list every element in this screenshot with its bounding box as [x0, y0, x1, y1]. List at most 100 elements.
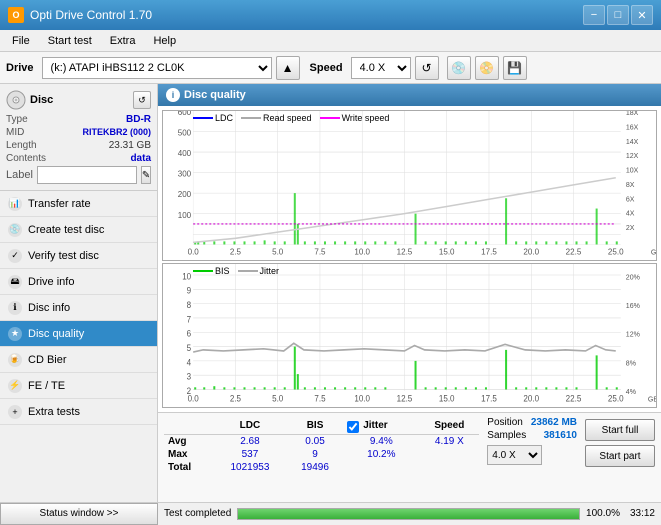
position-label: Position [487, 417, 523, 428]
svg-text:2.5: 2.5 [230, 248, 242, 257]
row-max-bis: 9 [287, 448, 343, 461]
svg-text:16%: 16% [626, 301, 641, 310]
maximize-button[interactable]: □ [607, 5, 629, 25]
svg-text:16X: 16X [626, 123, 639, 131]
legend-jitter: Jitter [238, 266, 280, 276]
svg-text:400: 400 [178, 149, 192, 158]
svg-text:4: 4 [187, 357, 192, 367]
create-disc-icon: 💿 [8, 223, 22, 237]
svg-text:12.5: 12.5 [397, 393, 413, 403]
nav-extra-tests[interactable]: + Extra tests [0, 399, 157, 425]
row-avg-jitter: 9.4% [343, 435, 419, 449]
nav-create-test-disc[interactable]: 💿 Create test disc [0, 217, 157, 243]
extra-tests-icon: + [8, 405, 22, 419]
chart1-legend: LDC Read speed Write speed [193, 113, 389, 123]
svg-text:18X: 18X [626, 111, 639, 117]
svg-text:GB: GB [651, 249, 656, 257]
speed-select2[interactable]: 4.0 X Max 2.0 X [487, 445, 542, 465]
eject-button[interactable]: ▲ [276, 56, 300, 80]
nav-drive-info-label: Drive info [28, 276, 74, 288]
nav-verify-test-disc-label: Verify test disc [28, 250, 99, 262]
read-speed-color [241, 117, 261, 119]
legend-read-speed-label: Read speed [263, 113, 312, 123]
svg-text:5.0: 5.0 [272, 393, 283, 403]
svg-text:15.0: 15.0 [439, 393, 455, 403]
svg-text:12.5: 12.5 [397, 248, 413, 257]
status-window-button[interactable]: Status window >> [0, 503, 158, 525]
toolbar: Drive (k:) ATAPI iHBS112 2 CL0K ▲ Speed … [0, 52, 661, 84]
menu-file[interactable]: File [4, 33, 38, 49]
disc-mid-row: MID RITEKBR2 (000) [6, 127, 151, 138]
bis-color [193, 270, 213, 272]
disc-contents-row: Contents data [6, 153, 151, 164]
col-header-jitter-check: Jitter [343, 417, 419, 435]
svg-text:7.5: 7.5 [314, 393, 325, 403]
label-edit-button[interactable]: ✎ [141, 166, 151, 184]
disc-erase-button[interactable]: 💿 [447, 56, 471, 80]
menu-help[interactable]: Help [145, 33, 184, 49]
drive-select[interactable]: (k:) ATAPI iHBS112 2 CL0K [42, 57, 272, 79]
charts-container: LDC Read speed Write speed [158, 106, 661, 412]
nav-disc-info-label: Disc info [28, 302, 70, 314]
label-input[interactable] [37, 166, 137, 184]
nav-drive-info[interactable]: 🖴 Drive info [0, 269, 157, 295]
drive-label: Drive [6, 62, 34, 74]
status-bar: Status window >> Test completed 100.0% 3… [0, 502, 661, 524]
app-icon: O [8, 7, 24, 23]
bis-chart: BIS Jitter [162, 263, 657, 408]
jitter-col-label: Jitter [363, 420, 387, 431]
svg-text:5.0: 5.0 [272, 248, 284, 257]
position-value: 23862 MB [531, 417, 577, 428]
left-panel: Disc ↺ Type BD-R MID RITEKBR2 (000) Leng… [0, 84, 158, 502]
progress-bar-fill [238, 509, 579, 519]
col-header-empty [164, 417, 213, 435]
bis-chart-svg: 10 9 8 7 6 5 4 3 2 20% 16% 12% 8% 4% 0 [163, 264, 656, 407]
speed-apply-button[interactable]: ↺ [415, 56, 439, 80]
status-progress-area: Test completed 100.0% 33:12 [158, 508, 661, 520]
menu-start-test[interactable]: Start test [40, 33, 100, 49]
nav-disc-info[interactable]: ℹ Disc info [0, 295, 157, 321]
fe-te-icon: ⚡ [8, 379, 22, 393]
disc-burn-button[interactable]: 📀 [475, 56, 499, 80]
nav-verify-test-disc[interactable]: ✓ Verify test disc [0, 243, 157, 269]
speed-select[interactable]: 4.0 X Max 2.0 X 1.0 X [351, 57, 411, 79]
nav-cd-bier[interactable]: 🍺 CD Bier [0, 347, 157, 373]
mid-label: MID [6, 127, 24, 138]
menu-extra[interactable]: Extra [102, 33, 144, 49]
nav-create-test-disc-label: Create test disc [28, 224, 104, 236]
start-full-button[interactable]: Start full [585, 419, 655, 441]
speed-label: Speed [310, 62, 343, 74]
nav-fe-te[interactable]: ⚡ FE / TE [0, 373, 157, 399]
nav-transfer-rate[interactable]: 📊 Transfer rate [0, 191, 157, 217]
close-button[interactable]: ✕ [631, 5, 653, 25]
main-content: Disc ↺ Type BD-R MID RITEKBR2 (000) Leng… [0, 84, 661, 502]
minimize-button[interactable]: − [583, 5, 605, 25]
disc-refresh-button[interactable]: ↺ [133, 91, 151, 109]
svg-text:25.0: 25.0 [608, 248, 624, 257]
samples-row: Samples 381610 [487, 430, 577, 441]
right-panel: i Disc quality LDC Read speed [158, 84, 661, 502]
row-total-ldc: 1021953 [213, 461, 287, 474]
save-button[interactable]: 💾 [503, 56, 527, 80]
nav-disc-quality-label: Disc quality [28, 328, 84, 340]
svg-text:300: 300 [178, 170, 192, 179]
svg-text:10.0: 10.0 [354, 248, 370, 257]
nav-extra-tests-label: Extra tests [28, 406, 80, 418]
start-part-button[interactable]: Start part [585, 445, 655, 467]
col-header-speed: Speed [419, 417, 479, 435]
legend-jitter-label: Jitter [260, 266, 280, 276]
contents-value: data [130, 153, 151, 164]
nav-disc-quality[interactable]: ★ Disc quality [0, 321, 157, 347]
svg-text:20.0: 20.0 [523, 393, 539, 403]
svg-text:5: 5 [187, 342, 192, 352]
svg-text:3: 3 [187, 371, 192, 381]
jitter-checkbox[interactable] [347, 421, 359, 433]
mid-value: RITEKBR2 (000) [82, 127, 151, 138]
row-total-speed [419, 461, 479, 474]
chart2-legend: BIS Jitter [193, 266, 279, 276]
legend-bis-label: BIS [215, 266, 230, 276]
contents-label: Contents [6, 153, 46, 164]
quality-header: i Disc quality [158, 84, 661, 106]
svg-text:25.0: 25.0 [608, 393, 624, 403]
stats-table-area: LDC BIS Jitter Speed [164, 417, 479, 498]
